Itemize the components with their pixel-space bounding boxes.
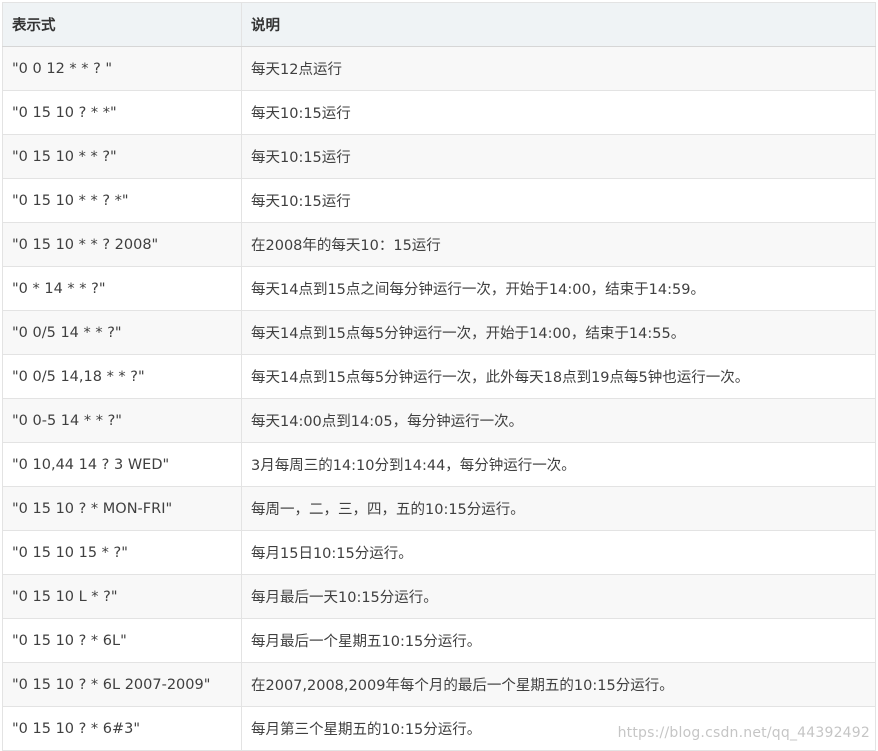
cell-expression: "0 15 10 ? * MON-FRI" xyxy=(2,486,242,531)
cell-expression: "0 15 10 * * ? *" xyxy=(2,178,242,223)
table-body: "0 0 12 * * ? " 每天12点运行 "0 15 10 ? * *" … xyxy=(2,46,876,751)
table-row: "0 15 10 15 * ?" 每月15日10:15分运行。 xyxy=(2,530,876,575)
table-row: "0 0/5 14 * * ?" 每天14点到15点每5分钟运行一次，开始于14… xyxy=(2,310,876,355)
table-row: "0 0 12 * * ? " 每天12点运行 xyxy=(2,46,876,91)
header-row: 表示式 说明 xyxy=(2,2,876,47)
table-row: "0 15 10 ? * 6L 2007-2009" 在2007,2008,20… xyxy=(2,662,876,707)
cell-expression: "0 15 10 ? * 6#3" xyxy=(2,706,242,751)
table-row: "0 15 10 ? * MON-FRI" 每周一，二，三，四，五的10:15分… xyxy=(2,486,876,531)
table-row: "0 0/5 14,18 * * ?" 每天14点到15点每5分钟运行一次，此外… xyxy=(2,354,876,399)
cell-description: 每天12点运行 xyxy=(241,46,876,91)
cell-expression: "0 15 10 L * ?" xyxy=(2,574,242,619)
cell-expression: "0 0-5 14 * * ?" xyxy=(2,398,242,443)
header-description: 说明 xyxy=(241,2,876,47)
cell-description: 每天14:00点到14:05，每分钟运行一次。 xyxy=(241,398,876,443)
cell-description: 每月15日10:15分运行。 xyxy=(241,530,876,575)
table-row: "0 15 10 * * ? *" 每天10:15运行 xyxy=(2,178,876,223)
table-row: "0 15 10 * * ? 2008" 在2008年的每天10：15运行 xyxy=(2,222,876,267)
cron-table-container: 表示式 说明 "0 0 12 * * ? " 每天12点运行 "0 15 10 … xyxy=(2,2,876,751)
cell-description: 每月最后一个星期五10:15分运行。 xyxy=(241,618,876,663)
table-row: "0 * 14 * * ?" 每天14点到15点之间每分钟运行一次，开始于14:… xyxy=(2,266,876,311)
cell-expression: "0 15 10 * * ?" xyxy=(2,134,242,179)
cell-expression: "0 0/5 14 * * ?" xyxy=(2,310,242,355)
table-row: "0 15 10 * * ?" 每天10:15运行 xyxy=(2,134,876,179)
cell-expression: "0 * 14 * * ?" xyxy=(2,266,242,311)
table-row: "0 15 10 ? * 6#3" 每月第三个星期五的10:15分运行。 xyxy=(2,706,876,751)
cell-expression: "0 15 10 ? * 6L" xyxy=(2,618,242,663)
cron-expression-table: 表示式 说明 "0 0 12 * * ? " 每天12点运行 "0 15 10 … xyxy=(2,2,876,751)
cell-expression: "0 0 12 * * ? " xyxy=(2,46,242,91)
table-row: "0 15 10 L * ?" 每月最后一天10:15分运行。 xyxy=(2,574,876,619)
cell-description: 每天14点到15点每5分钟运行一次，开始于14:00，结束于14:55。 xyxy=(241,310,876,355)
cell-expression: "0 10,44 14 ? 3 WED" xyxy=(2,442,242,487)
cell-description: 每月最后一天10:15分运行。 xyxy=(241,574,876,619)
cell-expression: "0 15 10 15 * ?" xyxy=(2,530,242,575)
header-expression: 表示式 xyxy=(2,2,242,47)
table-header: 表示式 说明 xyxy=(2,2,876,47)
cell-expression: "0 0/5 14,18 * * ?" xyxy=(2,354,242,399)
table-row: "0 15 10 ? * 6L" 每月最后一个星期五10:15分运行。 xyxy=(2,618,876,663)
cell-description: 3月每周三的14:10分到14:44，每分钟运行一次。 xyxy=(241,442,876,487)
table-row: "0 15 10 ? * *" 每天10:15运行 xyxy=(2,90,876,135)
cell-description: 在2008年的每天10：15运行 xyxy=(241,222,876,267)
cell-description: 每天10:15运行 xyxy=(241,178,876,223)
cell-description: 每天10:15运行 xyxy=(241,134,876,179)
cell-expression: "0 15 10 * * ? 2008" xyxy=(2,222,242,267)
table-row: "0 10,44 14 ? 3 WED" 3月每周三的14:10分到14:44，… xyxy=(2,442,876,487)
table-row: "0 0-5 14 * * ?" 每天14:00点到14:05，每分钟运行一次。 xyxy=(2,398,876,443)
cell-description: 每天10:15运行 xyxy=(241,90,876,135)
cell-description: 每天14点到15点每5分钟运行一次，此外每天18点到19点每5钟也运行一次。 xyxy=(241,354,876,399)
cell-description: 每月第三个星期五的10:15分运行。 xyxy=(241,706,876,751)
cell-description: 每周一，二，三，四，五的10:15分运行。 xyxy=(241,486,876,531)
cell-description: 每天14点到15点之间每分钟运行一次，开始于14:00，结束于14:59。 xyxy=(241,266,876,311)
cell-expression: "0 15 10 ? * 6L 2007-2009" xyxy=(2,662,242,707)
cell-description: 在2007,2008,2009年每个月的最后一个星期五的10:15分运行。 xyxy=(241,662,876,707)
cell-expression: "0 15 10 ? * *" xyxy=(2,90,242,135)
